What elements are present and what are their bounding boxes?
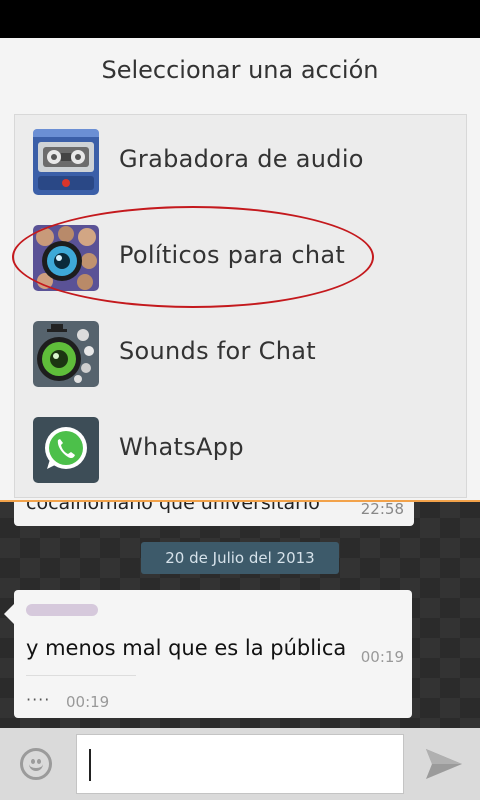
previous-message-time: 22:58 xyxy=(360,500,404,518)
action-item-audio-recorder[interactable]: Grabadora de audio xyxy=(15,115,466,211)
message-bubble[interactable]: y menos mal que es la pública 00:19 ····… xyxy=(4,590,412,718)
action-item-sounds-for-chat[interactable]: Sounds for Chat xyxy=(15,307,466,403)
input-bar xyxy=(0,728,480,800)
message-time: 00:19 xyxy=(360,648,404,666)
quoted-text: ···· xyxy=(26,690,51,709)
text-caret xyxy=(89,749,91,781)
dialog-title: Seleccionar una acción xyxy=(101,56,379,84)
action-item-label: WhatsApp xyxy=(119,433,244,461)
action-item-label: Grabadora de audio xyxy=(119,145,364,173)
highlight-annotation xyxy=(12,206,374,308)
sounds-speaker-icon xyxy=(33,321,99,387)
status-bar xyxy=(0,0,480,38)
whatsapp-icon xyxy=(33,417,99,483)
cassette-recorder-icon xyxy=(33,129,99,195)
message-input[interactable] xyxy=(76,734,404,794)
date-separator: 20 de Julio del 2013 xyxy=(141,542,339,574)
sender-name-redacted xyxy=(26,604,98,616)
emoji-icon[interactable] xyxy=(20,748,52,780)
divider xyxy=(26,675,136,676)
action-item-whatsapp[interactable]: WhatsApp xyxy=(15,403,466,499)
message-text: y menos mal que es la pública xyxy=(26,636,347,660)
send-icon[interactable] xyxy=(424,746,464,782)
quoted-time: 00:19 xyxy=(66,693,110,711)
action-item-label: Sounds for Chat xyxy=(119,337,316,365)
